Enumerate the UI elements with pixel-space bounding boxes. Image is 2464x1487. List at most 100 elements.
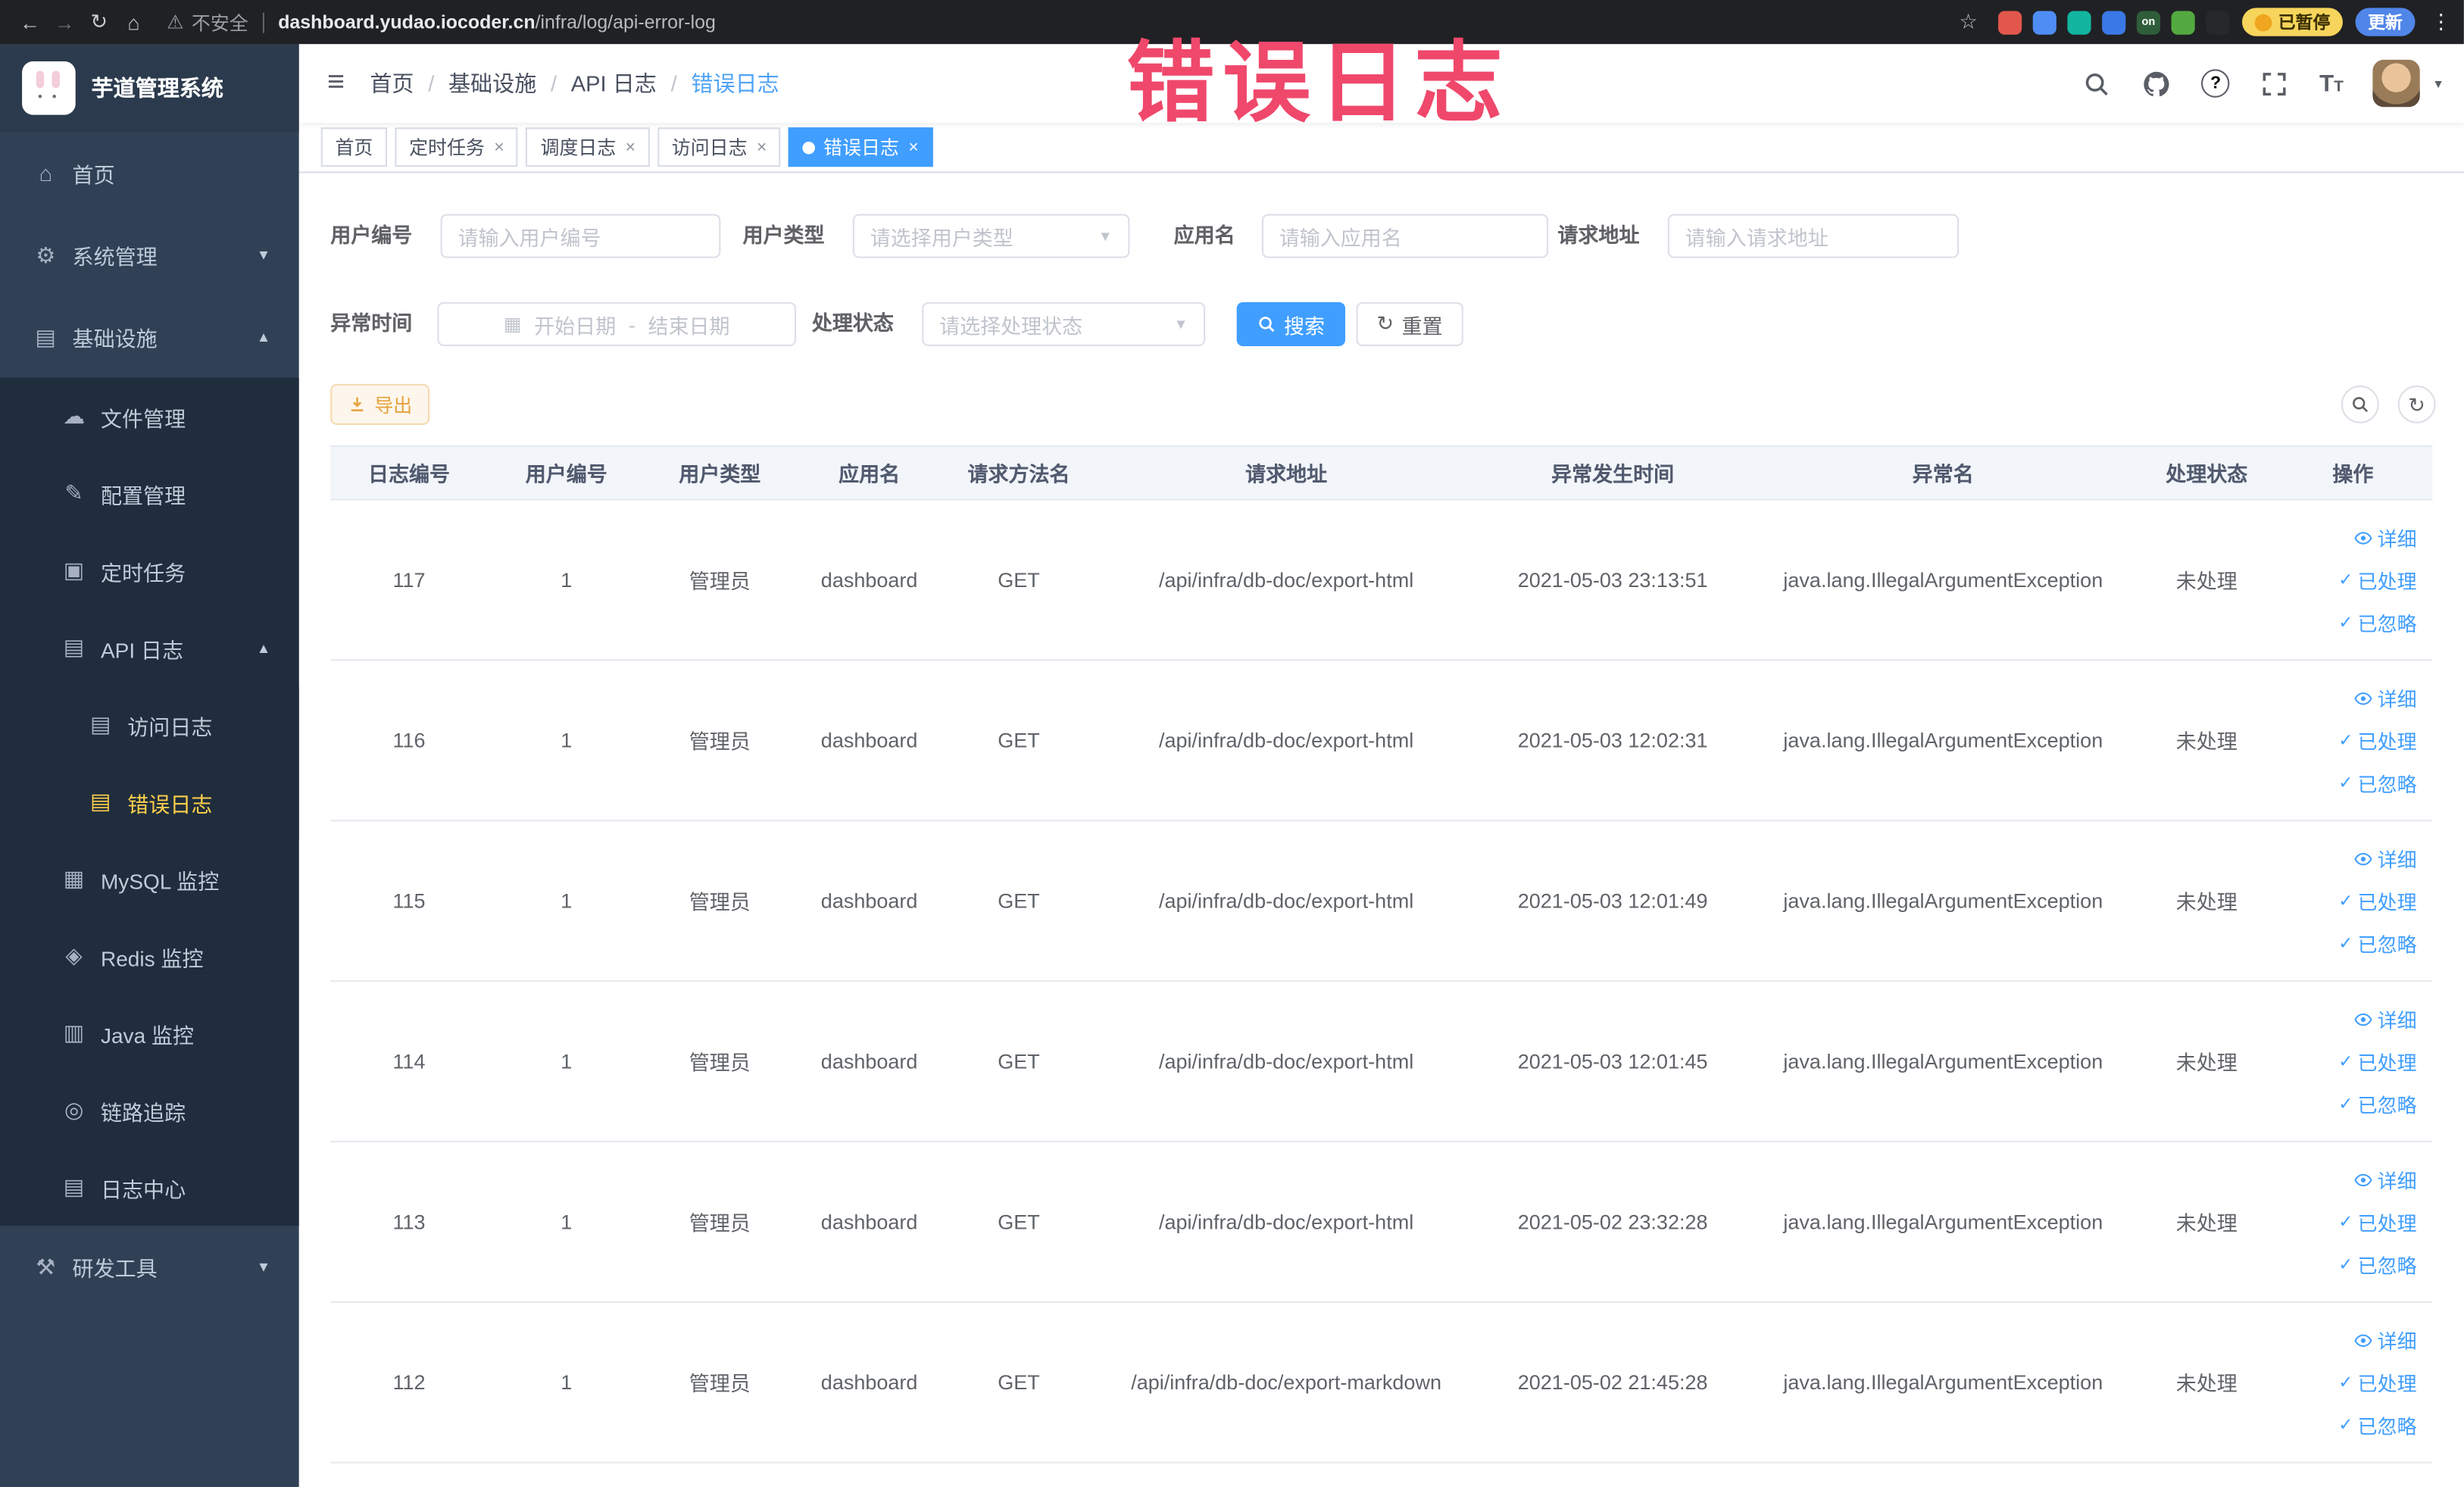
github-icon[interactable] [2141, 68, 2171, 98]
exception-time-label: 异常时间 [330, 311, 413, 336]
action-ignored[interactable]: ✓ 已忽略 [2338, 1410, 2416, 1439]
process-status-label: 处理状态 [811, 311, 894, 336]
action-detail[interactable]: 详细 [2353, 683, 2417, 713]
extension-dark[interactable] [2206, 10, 2230, 34]
avatar[interactable] [2373, 59, 2421, 108]
reset-button[interactable]: ↻ 重置 [1356, 301, 1463, 346]
action-detail[interactable]: 详细 [2353, 1004, 2417, 1033]
sidebar-item[interactable]: ✎ 配置管理 [0, 455, 299, 532]
tab-active[interactable]: 错误日志 × [789, 127, 933, 167]
action-label: 已处理 [2357, 571, 2417, 594]
close-icon[interactable]: × [908, 138, 918, 157]
action-ignored[interactable]: ✓ 已忽略 [2338, 768, 2416, 798]
action-detail[interactable]: 详细 [2353, 1164, 2417, 1194]
cell-exception: java.lang.IllegalArgumentException [1783, 1210, 2103, 1234]
action-processed[interactable]: ✓ 已处理 [2338, 726, 2416, 755]
action-processed[interactable]: ✓ 已处理 [2338, 565, 2416, 595]
cell-status: 未处理 [2175, 569, 2238, 594]
user-id-input[interactable]: 请输入用户编号 [440, 214, 721, 258]
forward-button[interactable]: → [47, 11, 82, 34]
action-label: 已忽略 [2357, 1255, 2417, 1278]
user-id-label: 用户编号 [330, 223, 413, 248]
sidebar-item-label: MySQL 监控 [100, 869, 220, 893]
close-icon[interactable]: × [494, 138, 504, 157]
cell-time: 2021-05-03 12:02:31 [1517, 728, 1708, 752]
sidebar-item[interactable]: ▥ Java 监控 [0, 995, 299, 1072]
tab-label: 调度日志 [540, 136, 617, 159]
sidebar-item[interactable]: ☁ 文件管理 [0, 378, 299, 455]
action-processed[interactable]: ✓ 已处理 [2338, 1207, 2416, 1236]
action-label: 详细 [2377, 1331, 2417, 1354]
action-detail[interactable]: 详细 [2353, 1325, 2417, 1354]
browser-menu-icon[interactable]: ⋮ [2431, 9, 2451, 34]
sidebar-item[interactable]: ▤ 基础设施 ▲ [0, 296, 299, 378]
sidebar-item[interactable]: ▤ 日志中心 [0, 1148, 299, 1226]
action-processed[interactable]: ✓ 已处理 [2338, 1046, 2416, 1076]
extension-blue-drop[interactable] [2032, 10, 2056, 34]
hamburger-icon[interactable]: ≡ [299, 66, 370, 101]
action-ignored[interactable]: ✓ 已忽略 [2338, 1089, 2416, 1118]
update-button[interactable]: 更新 [2355, 8, 2416, 36]
breadcrumb-item[interactable]: 首页 [370, 67, 414, 99]
tab-label: 错误日志 [823, 136, 899, 159]
bookmark-star-icon[interactable]: ☆ [1951, 9, 1986, 34]
address-bar[interactable]: dashboard.yudao.iocoder.cn/infra/log/api… [278, 11, 1951, 33]
app-name-input[interactable]: 请输入应用名 [1261, 214, 1548, 258]
action-ignored[interactable]: ✓ 已忽略 [2338, 608, 2416, 637]
extension-blue-grid[interactable] [2102, 10, 2126, 34]
action-detail[interactable]: 详细 [2353, 843, 2417, 873]
close-icon[interactable]: × [757, 138, 767, 157]
user-type-select[interactable]: 请选择用户类型 ▼ [852, 214, 1130, 258]
security-label[interactable]: 不安全 [192, 8, 248, 35]
search-button[interactable]: 搜索 [1236, 301, 1346, 346]
paused-badge[interactable]: 已暂停 [2242, 8, 2343, 36]
search-icon[interactable] [2082, 68, 2112, 98]
sidebar-item[interactable]: ⚒ 研发工具 ▼ [0, 1226, 299, 1307]
refresh-table-button[interactable]: ↻ [2397, 385, 2436, 423]
home-button[interactable]: ⌂ [117, 11, 151, 34]
sidebar-item[interactable]: ▤ 错误日志 [0, 763, 299, 840]
export-button[interactable]: 导出 [330, 383, 430, 425]
cell-time: 2021-05-02 23:32:28 [1517, 1210, 1708, 1234]
reload-button[interactable]: ↻ [82, 9, 117, 34]
tab-item[interactable]: 访问日志 × [657, 127, 782, 167]
action-label: 详细 [2377, 1170, 2417, 1193]
request-url-input[interactable]: 请输入请求地址 [1667, 214, 1960, 258]
sidebar-item[interactable]: ▤ API 日志 ▲ [0, 609, 299, 686]
sidebar-item[interactable]: ⌂ 首页 [0, 132, 299, 214]
action-processed[interactable]: ✓ 已处理 [2338, 886, 2416, 915]
check-icon: ✓ [2338, 1255, 2353, 1275]
chevron-down-icon[interactable]: ▾ [2434, 75, 2441, 92]
back-button[interactable]: ← [13, 11, 48, 34]
tab-item[interactable]: 首页 [320, 127, 388, 167]
sidebar-item[interactable]: ◎ 链路追踪 [0, 1072, 299, 1149]
cell-method: GET [998, 1210, 1040, 1234]
sidebar-item[interactable]: ▤ 访问日志 [0, 686, 299, 764]
tab-item[interactable]: 定时任务 × [395, 127, 519, 167]
action-ignored[interactable]: ✓ 已忽略 [2338, 1249, 2416, 1279]
sidebar-item[interactable]: ▦ MySQL 监控 [0, 840, 299, 917]
sidebar-item[interactable]: ▣ 定时任务 [0, 532, 299, 609]
action-ignored[interactable]: ✓ 已忽略 [2338, 929, 2416, 958]
tab-item[interactable]: 调度日志 × [526, 127, 650, 167]
action-processed[interactable]: ✓ 已处理 [2338, 1367, 2416, 1397]
extension-green[interactable] [2171, 10, 2195, 34]
cell-url: /api/infra/db-doc/export-markdown [1131, 1370, 1441, 1395]
sidebar-item[interactable]: ◈ Redis 监控 [0, 917, 299, 995]
help-icon[interactable]: ? [2201, 69, 2230, 98]
extension-on-switch[interactable]: on [2136, 10, 2160, 34]
toggle-search-button[interactable] [2341, 385, 2379, 423]
breadcrumb-item[interactable]: API 日志 [571, 67, 657, 99]
close-icon[interactable]: × [626, 138, 636, 157]
sidebar-item[interactable]: ⚙ 系统管理 ▼ [0, 214, 299, 295]
fullscreen-icon[interactable] [2259, 68, 2289, 98]
extension-teal[interactable] [2067, 10, 2091, 34]
font-size-icon[interactable]: TT [2319, 70, 2344, 96]
action-detail[interactable]: 详细 [2353, 523, 2417, 552]
app-logo[interactable]: • • 芋道管理系统 [0, 44, 299, 133]
cell-exception: java.lang.IllegalArgumentException [1783, 1370, 2103, 1395]
process-status-select[interactable]: 请选择处理状态 ▼ [922, 301, 1206, 346]
date-range-picker[interactable]: ▦ 开始日期 - 结束日期 [437, 301, 797, 346]
breadcrumb-item[interactable]: 基础设施 [448, 67, 536, 99]
extension-red[interactable] [1998, 10, 2022, 34]
